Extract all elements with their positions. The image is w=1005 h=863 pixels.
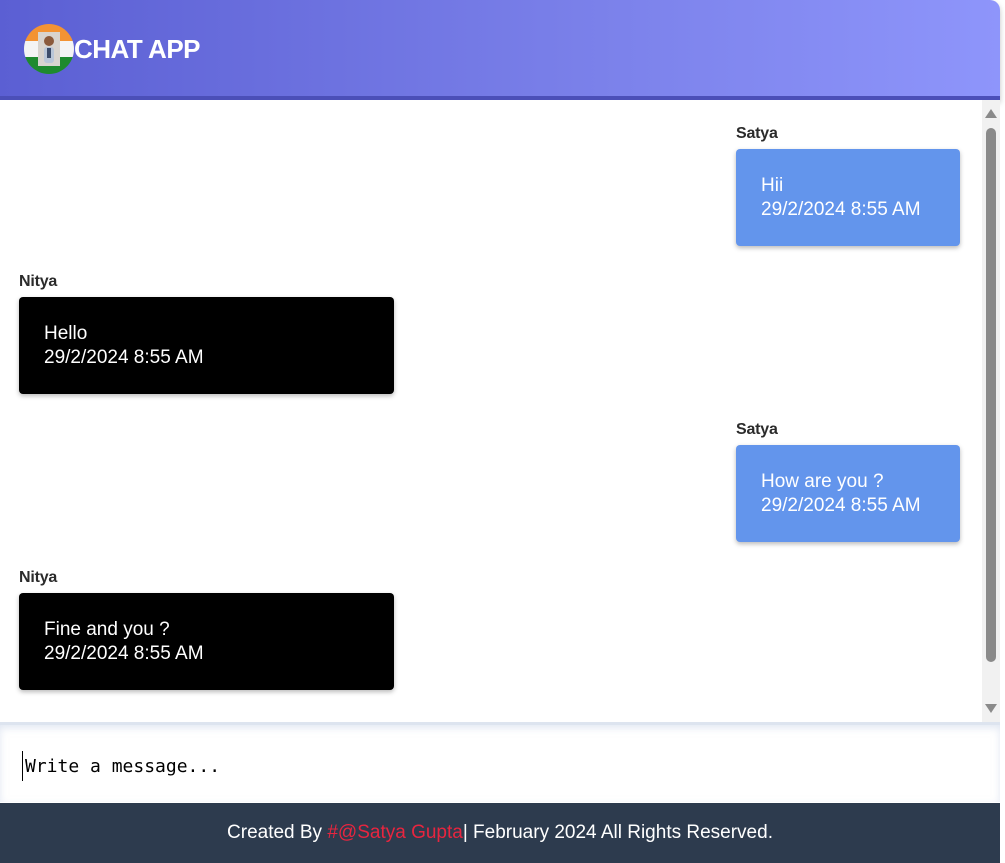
message-input[interactable] [22,751,962,781]
message-text: Fine and you ? [44,619,170,640]
message-bubble: Hello 29/2/2024 8:55 AM [19,297,394,394]
scroll-up-arrow-icon[interactable] [985,109,997,118]
message-sender: Nitya [19,273,58,290]
message-sender: Nitya [19,569,58,586]
message-composer [0,722,1000,802]
chat-app: CHAT APP Satya Hii 29/2/2024 8:55 AM Nit… [0,0,1000,863]
message-text: Hello [44,323,88,344]
message-timestamp: 29/2/2024 8:55 AM [761,495,921,516]
message-sender: Satya [736,421,778,438]
message-text: Hii [761,175,784,196]
message-bubble: How are you ? 29/2/2024 8:55 AM [736,445,960,542]
message-item: Nitya Fine and you ? 29/2/2024 8:55 AM [19,569,394,690]
message-sender: Satya [736,125,778,142]
message-bubble: Hii 29/2/2024 8:55 AM [736,149,960,246]
message-timestamp: 29/2/2024 8:55 AM [44,643,204,664]
message-timestamp: 29/2/2024 8:55 AM [44,347,204,368]
scrollbar-thumb[interactable] [986,128,996,662]
message-text: How are you ? [761,471,884,492]
message-list[interactable]: Satya Hii 29/2/2024 8:55 AM Nitya Hello … [0,100,1000,722]
message-item: Satya How are you ? 29/2/2024 8:55 AM [736,421,960,542]
message-list-scrollbar[interactable] [982,100,1000,722]
message-item: Nitya Hello 29/2/2024 8:55 AM [19,273,394,394]
app-header: CHAT APP [0,0,1000,100]
app-title: CHAT APP [74,34,201,64]
author-link[interactable]: #@Satya Gupta [327,822,462,844]
message-timestamp: 29/2/2024 8:55 AM [761,199,921,220]
user-avatar-flag-icon[interactable] [24,24,74,74]
scroll-down-arrow-icon[interactable] [985,704,997,713]
message-item: Satya Hii 29/2/2024 8:55 AM [736,125,960,246]
page-footer: Created By #@Satya Gupta | February 2024… [0,803,1000,863]
footer-prefix: Created By [227,822,328,843]
message-bubble: Fine and you ? 29/2/2024 8:55 AM [19,593,394,690]
footer-suffix: | February 2024 All Rights Reserved. [462,822,773,843]
